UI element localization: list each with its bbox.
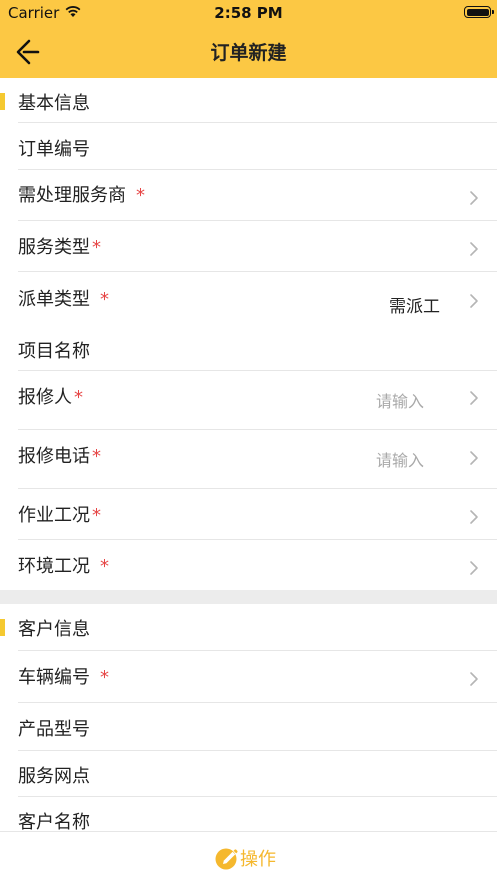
- row-divider: [18, 539, 497, 540]
- bottom-action-bar: 操作: [0, 831, 497, 883]
- row-reporter-phone[interactable]: 报修电话 * 请输入: [0, 429, 497, 488]
- row-product-model[interactable]: 产品型号: [0, 702, 497, 750]
- row-label: 环境工况 *: [18, 552, 109, 578]
- row-label: 服务网点: [18, 762, 90, 788]
- label-text: 环境工况: [18, 556, 90, 577]
- chevron-right-icon: [470, 191, 478, 205]
- chevron-right-icon: [470, 672, 478, 686]
- label-text: 服务网点: [18, 766, 90, 787]
- row-service-type[interactable]: 服务类型 *: [0, 220, 497, 271]
- page-title: 订单新建: [210, 42, 287, 64]
- row-environment-condition[interactable]: 环境工况 *: [0, 539, 497, 590]
- operate-label: 操作: [240, 849, 276, 870]
- row-label: 订单编号: [18, 135, 90, 161]
- row-divider: [18, 650, 497, 651]
- dispatch-type-value: 需派工: [389, 297, 440, 317]
- label-text: 订单编号: [18, 139, 90, 160]
- row-vehicle-number[interactable]: 车辆编号 *: [0, 650, 497, 702]
- label-text: 车辆编号: [18, 667, 90, 688]
- chevron-right-icon: [470, 451, 478, 465]
- row-divider: [18, 370, 497, 371]
- row-project-name[interactable]: 项目名称: [0, 328, 497, 370]
- row-label: 报修人 *: [18, 383, 83, 409]
- reporter-input[interactable]: 请输入: [376, 388, 424, 412]
- label-text: 服务类型: [18, 237, 90, 258]
- chevron-right-icon: [470, 242, 478, 256]
- row-work-condition[interactable]: 作业工况 *: [0, 488, 497, 539]
- label-text: 产品型号: [18, 719, 90, 740]
- section-marker: [0, 619, 5, 636]
- label-text: 作业工况: [18, 505, 90, 526]
- row-label: 项目名称: [18, 337, 90, 363]
- required-mark: *: [92, 237, 101, 258]
- row-divider: [18, 122, 497, 123]
- row-label: 客户名称: [18, 808, 90, 831]
- required-mark: *: [92, 446, 101, 467]
- row-divider: [18, 429, 497, 430]
- section-title-basic: 基本信息: [18, 93, 90, 114]
- label-text: 项目名称: [18, 341, 90, 362]
- row-divider: [18, 702, 497, 703]
- row-divider: [18, 796, 497, 797]
- row-label: 产品型号: [18, 715, 90, 741]
- row-label: 报修电话 *: [18, 442, 101, 468]
- status-time: 2:58 PM: [214, 4, 283, 22]
- row-divider: [18, 271, 497, 272]
- row-label: 作业工况 *: [18, 501, 101, 527]
- chevron-right-icon: [470, 561, 478, 575]
- battery-icon: [464, 6, 494, 18]
- row-divider: [18, 488, 497, 489]
- row-divider: [18, 220, 497, 221]
- label-text: 报修电话: [18, 446, 90, 467]
- required-mark: *: [136, 185, 145, 206]
- row-service-provider[interactable]: 需处理服务商 *: [0, 169, 497, 220]
- label-text: 客户名称: [18, 812, 90, 831]
- section-header-customer: 客户信息: [0, 604, 497, 648]
- required-mark: *: [74, 387, 83, 408]
- chevron-right-icon: [470, 391, 478, 405]
- status-bar: Carrier 2:58 PM: [0, 0, 497, 26]
- label-text: 需处理服务商: [18, 185, 126, 206]
- row-label: 派单类型 *: [18, 285, 109, 311]
- row-label: 服务类型 *: [18, 233, 101, 259]
- section-title-customer: 客户信息: [18, 619, 90, 640]
- section-separator: [0, 590, 497, 604]
- row-label: 需处理服务商 *: [18, 181, 145, 207]
- pencil-circle-icon: [215, 848, 238, 870]
- chevron-right-icon: [470, 294, 478, 308]
- required-mark: *: [100, 667, 109, 688]
- row-label: 车辆编号 *: [18, 663, 109, 689]
- row-divider: [18, 750, 497, 751]
- chevron-right-icon: [470, 510, 478, 524]
- form-content[interactable]: 基本信息 订单编号 需处理服务商 * 服务类型 * 派单类型 * 需派工 项目名称 报…: [0, 78, 497, 831]
- row-reporter[interactable]: 报修人 * 请输入: [0, 370, 497, 429]
- label-text: 派单类型: [18, 289, 90, 310]
- nav-bar: 订单新建: [0, 26, 497, 78]
- section-marker: [0, 93, 5, 110]
- section-header-basic: 基本信息: [0, 78, 497, 122]
- row-dispatch-type[interactable]: 派单类型 * 需派工: [0, 271, 497, 328]
- reporter-phone-input[interactable]: 请输入: [376, 447, 424, 471]
- required-mark: *: [100, 556, 109, 577]
- required-mark: *: [100, 289, 109, 310]
- row-order-number[interactable]: 订单编号: [0, 122, 497, 169]
- required-mark: *: [92, 505, 101, 526]
- row-customer-name[interactable]: 客户名称: [0, 796, 497, 831]
- row-divider: [18, 169, 497, 170]
- row-service-outlet[interactable]: 服务网点: [0, 750, 497, 796]
- label-text: 报修人: [18, 387, 72, 408]
- operate-button[interactable]: 操作: [214, 844, 276, 872]
